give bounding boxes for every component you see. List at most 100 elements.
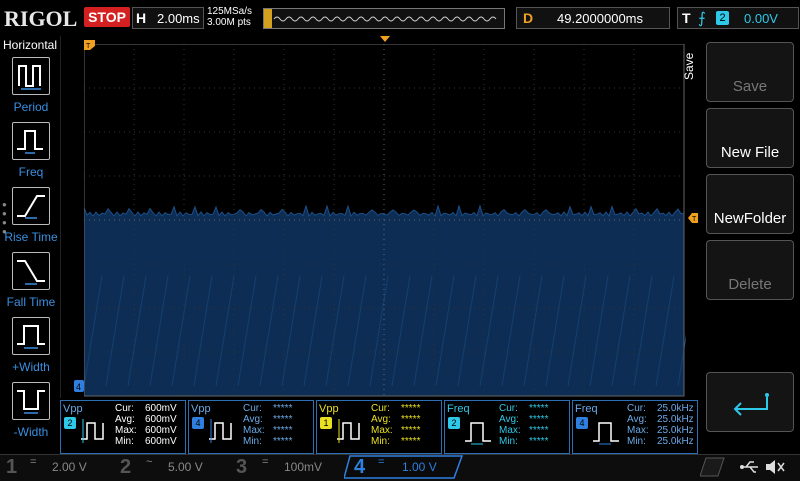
coupling-icon: = <box>262 456 269 468</box>
freq-icon <box>465 422 491 445</box>
fall-time-icon <box>12 252 50 290</box>
measurement-channel-badge: 2 <box>448 417 460 429</box>
run-stop-indicator[interactable]: STOP <box>84 7 130 27</box>
trigger-label: T <box>682 10 691 26</box>
horizontal-scale-box[interactable]: H 2.00ms <box>132 7 204 29</box>
measurement-item[interactable]: Vpp 4 Cur: ***** Avg: ***** Max: ***** Min:… <box>188 400 314 454</box>
trigger-box[interactable]: T ⨍ 2 0.00V <box>677 7 799 29</box>
measurement-min: Min: 600mV <box>115 436 177 447</box>
horizontal-scale-value: 2.00ms <box>157 11 200 26</box>
sidebar-title: Horizontal <box>2 38 58 52</box>
measurement-channel-badge: 4 <box>576 417 588 429</box>
channel-2-tab[interactable]: 2 ~ 5.00 V <box>116 456 228 478</box>
trigger-position-marker: T <box>84 40 95 50</box>
freq-icon <box>12 122 50 160</box>
measurement-max: Max: ***** <box>499 425 549 436</box>
measurement-avg: Avg: ***** <box>243 414 293 425</box>
channel-1-tab[interactable]: 1 = 2.00 V <box>0 456 112 478</box>
measurement-min: Min: ***** <box>243 436 293 447</box>
measurement-cur: Cur: ***** <box>243 403 293 414</box>
channel-4-ground-marker[interactable]: 4 <box>74 380 86 394</box>
measurement-channel-badge: 1 <box>320 417 332 429</box>
sidebar-item-period[interactable]: Period <box>0 57 60 121</box>
rising-edge-icon: ⨍ <box>698 10 706 27</box>
coupling-icon: ~ <box>146 456 153 468</box>
sidebar-item-label: -Width <box>13 425 49 439</box>
new-folder-button[interactable]: NewFolder <box>706 174 794 234</box>
sidebar-item-rise-time[interactable]: Rise Time <box>0 187 60 251</box>
measurement-max: Max: 25.0kHz <box>627 425 694 436</box>
horizontal-label: H <box>136 10 147 26</box>
channel-number: 2 <box>120 456 132 478</box>
brand-logo: RIGOL <box>4 6 78 31</box>
sidebar-item-label: Period <box>13 100 49 114</box>
sidebar-item-label: Rise Time <box>4 230 58 244</box>
measurement-min: Min: ***** <box>371 436 421 447</box>
sidebar-item-label: Freq <box>18 165 44 179</box>
waveform-grid <box>83 43 697 397</box>
trigger-level-marker: T <box>688 213 698 223</box>
channel-number: 4 <box>354 456 366 478</box>
memory-overview-strip[interactable] <box>263 8 505 29</box>
new-file-button-label: New File <box>720 144 780 161</box>
sidebar-item-label: +Width <box>12 360 50 374</box>
channel-scale: 1.00 V <box>402 460 437 474</box>
save-button-label: Save <box>732 78 768 95</box>
measurement-item[interactable]: Vpp 1 Cur: ***** Avg: ***** Max: ***** Min:… <box>316 400 442 454</box>
delay-label: D <box>523 10 534 26</box>
status-icons <box>700 457 785 477</box>
vpp-icon <box>337 419 360 443</box>
waveform-display[interactable] <box>83 43 697 398</box>
save-menu-title: Save <box>682 52 696 80</box>
measurement-min: Min: 25.0kHz <box>627 436 694 447</box>
coupling-icon: = <box>30 456 37 468</box>
measurement-item[interactable]: Vpp 2 Cur: 600mV Avg: 600mV Max: 600mV Min:… <box>60 400 186 454</box>
measurement-avg: Avg: 25.0kHz <box>627 414 694 425</box>
svg-text:4: 4 <box>76 382 81 392</box>
measurement-name: Vpp <box>191 403 211 415</box>
sample-rate: 125MSa/s <box>207 6 253 17</box>
delay-value: 49.2000000ms <box>557 11 644 26</box>
channel-4-tab[interactable]: 4 = 1.00 V <box>348 456 460 478</box>
measurement-cur: Cur: ***** <box>371 403 421 414</box>
acquisition-info: 125MSa/s 3.00M pts <box>207 6 252 28</box>
neg-width-icon <box>12 382 50 420</box>
coupling-icon: = <box>378 456 385 468</box>
channel-scale: 100mV <box>284 460 323 474</box>
channel-scale: 2.00 V <box>52 460 87 474</box>
measurement-channel-badge: 4 <box>192 417 204 429</box>
mute-icon <box>766 460 785 474</box>
measurement-avg: Avg: ***** <box>499 414 549 425</box>
enter-button[interactable] <box>706 372 794 432</box>
measurement-max: Max: 600mV <box>115 425 177 436</box>
channel-number: 1 <box>6 456 18 478</box>
channel-number: 3 <box>236 456 248 478</box>
save-button[interactable]: Save <box>706 42 794 102</box>
enter-icon <box>733 393 769 416</box>
memory-depth: 3.00M pts <box>207 17 251 28</box>
measurement-name: Freq <box>447 403 470 415</box>
measurement-name: Vpp <box>319 403 339 415</box>
measurement-cur: Cur: 600mV <box>115 403 177 414</box>
measurement-name: Vpp <box>63 403 83 415</box>
new-folder-button-label: NewFolder <box>713 210 787 227</box>
measurement-avg: Avg: 600mV <box>115 414 177 425</box>
measurement-item[interactable]: Freq 4 Cur: 25.0kHz Avg: 25.0kHz Max: 25.0k… <box>572 400 698 454</box>
measurement-max: Max: ***** <box>371 425 421 436</box>
trigger-center-marker <box>380 36 390 42</box>
delete-button-label: Delete <box>728 276 772 293</box>
measurement-channel-badge: 2 <box>64 417 76 429</box>
measurement-min: Min: ***** <box>499 436 549 447</box>
sidebar-item-freq[interactable]: Freq <box>0 122 60 186</box>
svg-text:T: T <box>86 43 91 50</box>
sidebar-item-fall-time[interactable]: Fall Time <box>0 252 60 316</box>
channel-3-tab[interactable]: 3 = 100mV <box>232 456 344 478</box>
sidebar-item-neg-width[interactable]: -Width <box>0 382 60 446</box>
delete-button[interactable]: Delete <box>706 240 794 300</box>
delay-box[interactable]: D 49.2000000ms <box>516 7 670 29</box>
measurement-item[interactable]: Freq 2 Cur: ***** Avg: ***** Max: ***** Min… <box>444 400 570 454</box>
vpp-icon <box>81 419 104 443</box>
measurement-avg: Avg: ***** <box>371 414 421 425</box>
new-file-button[interactable]: New File <box>706 108 794 168</box>
sidebar-item-pos-width[interactable]: +Width <box>0 317 60 381</box>
